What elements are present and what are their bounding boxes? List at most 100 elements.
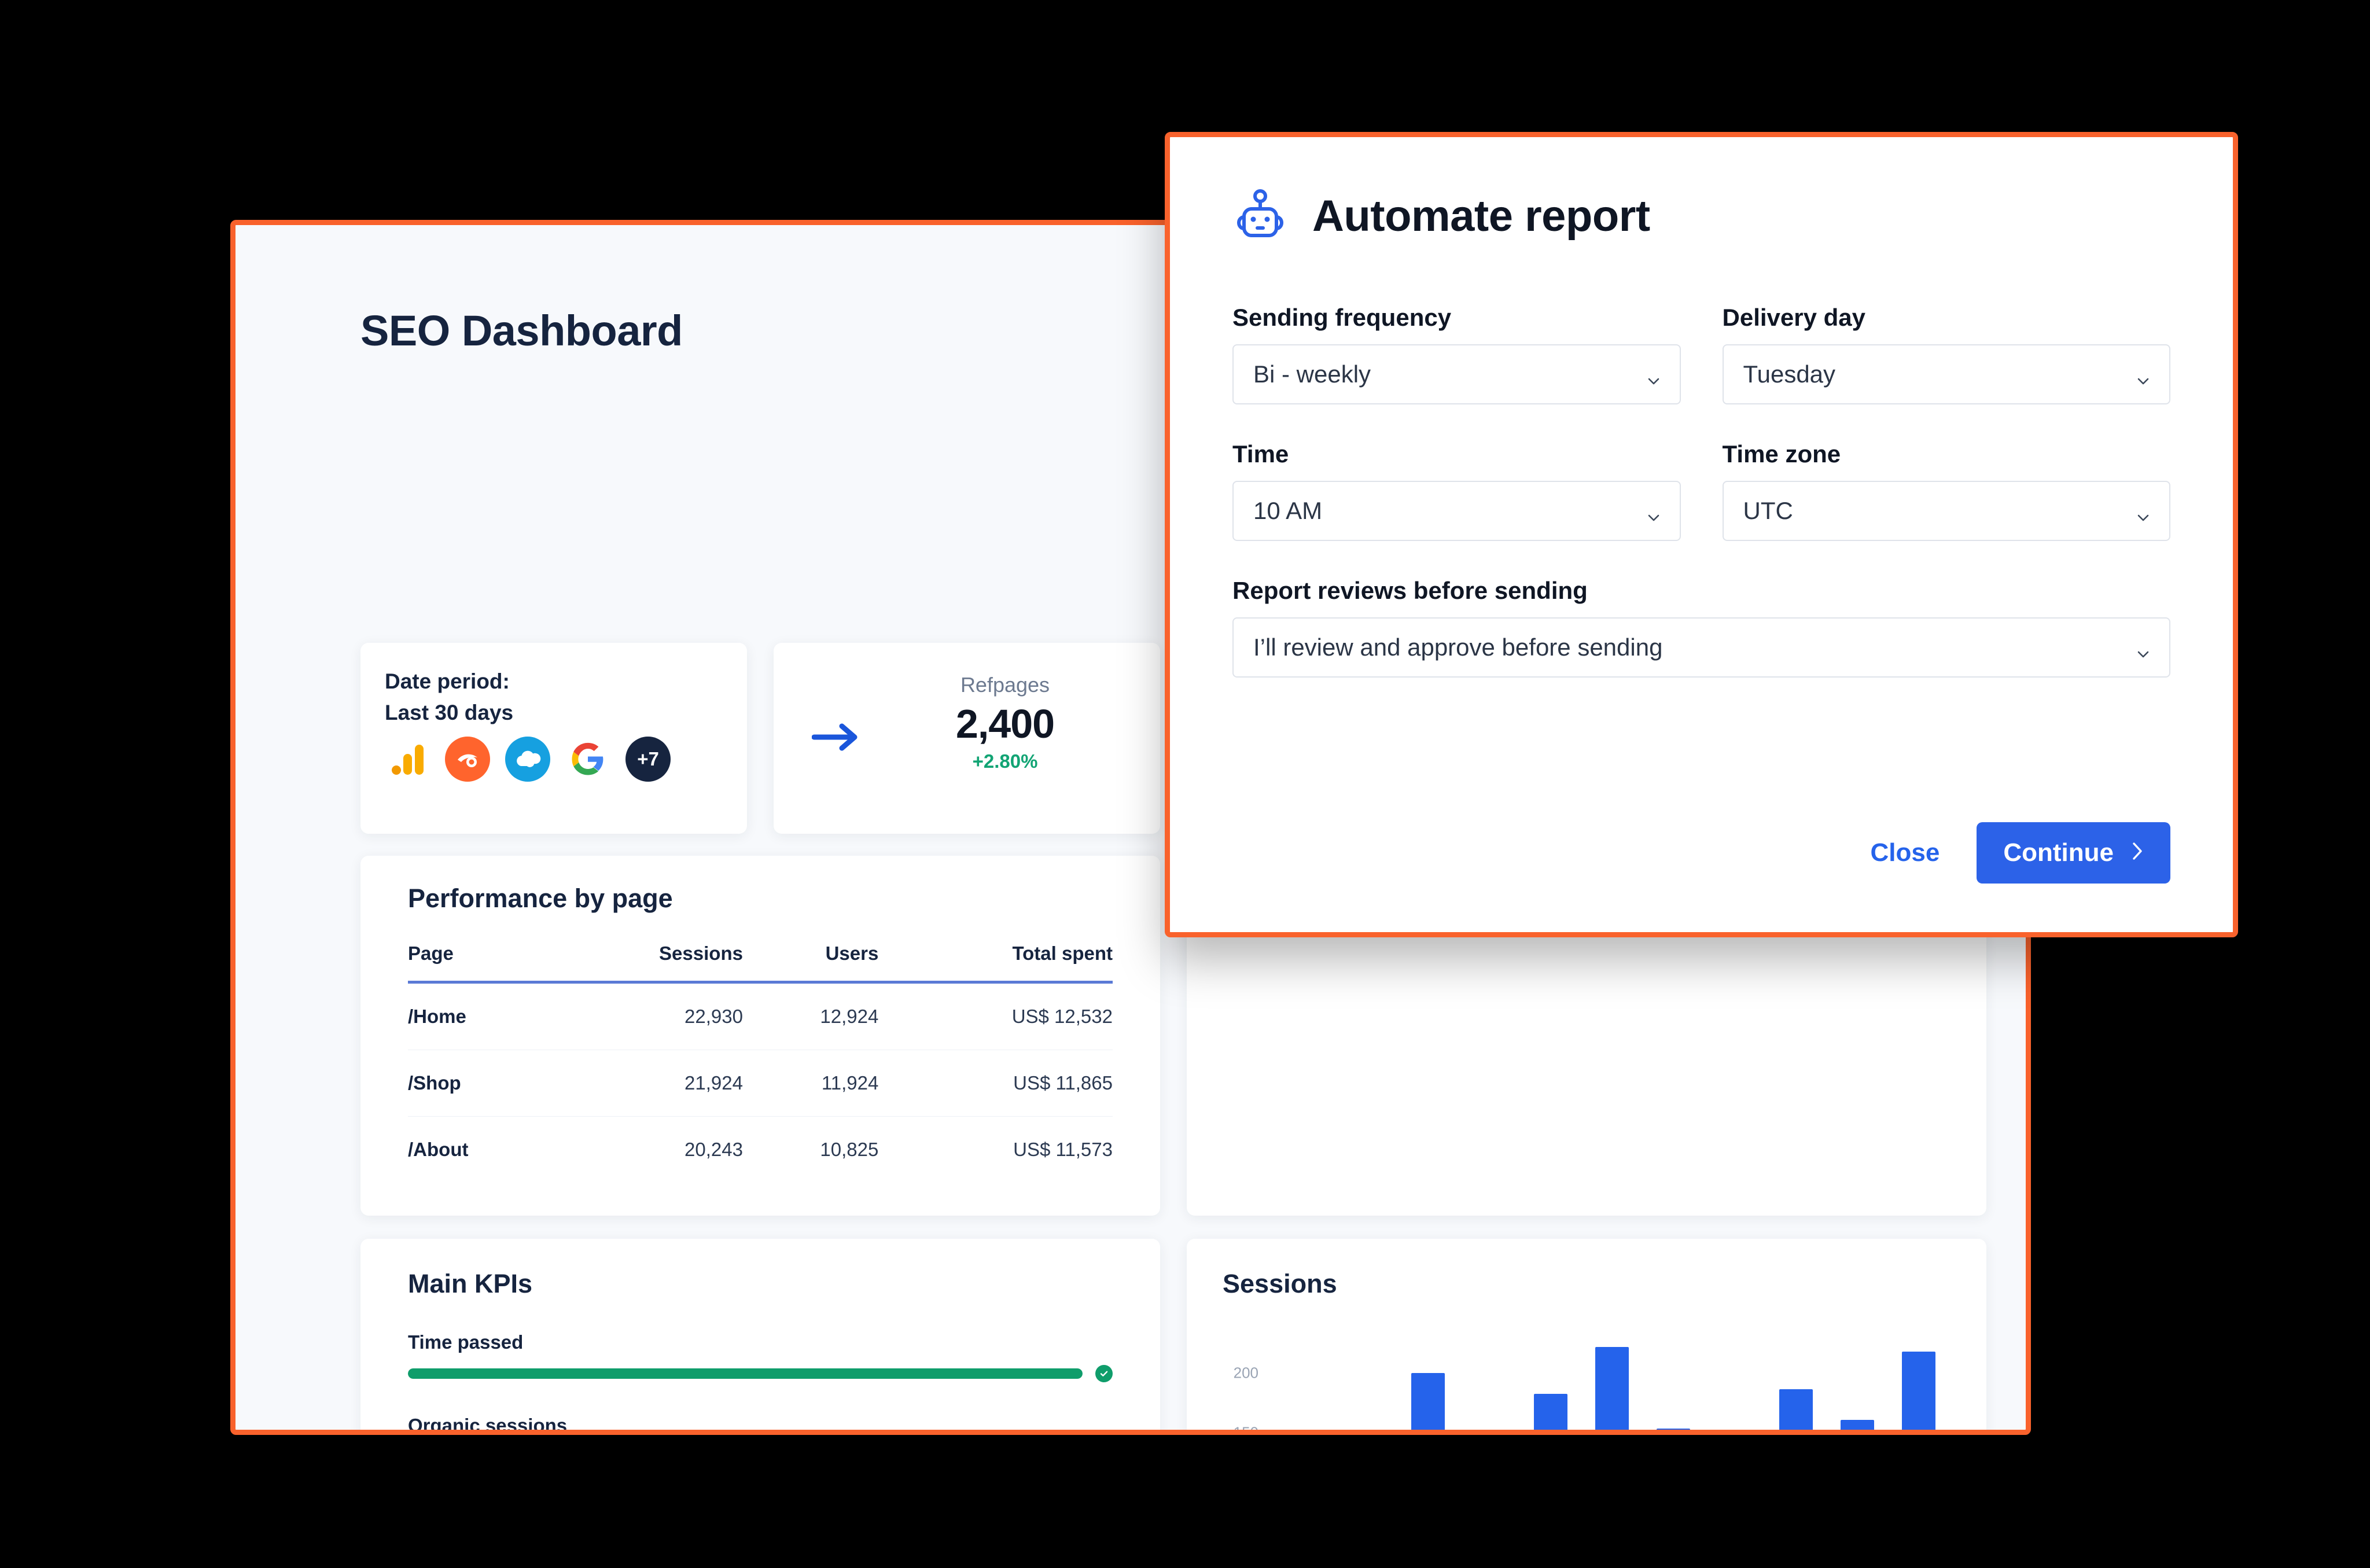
cell-page: /Shop [408, 1050, 549, 1117]
continue-button[interactable]: Continue [1977, 822, 2170, 884]
robot-icon [1232, 189, 1288, 243]
bar-column[interactable] [1336, 1331, 1397, 1435]
chart-bar[interactable] [1595, 1347, 1628, 1435]
bar-column[interactable] [1704, 1331, 1765, 1435]
kpi-row: Organic sessions [408, 1415, 1113, 1435]
cell-sessions: 20,243 [549, 1117, 743, 1183]
cell-sessions: 22,930 [549, 982, 743, 1050]
col-users[interactable]: Users [743, 943, 878, 982]
modal-title: Automate report [1312, 191, 1650, 241]
delivery-day-value: Tuesday [1743, 360, 1836, 388]
screenshot-stage: SEO Dashboard Date period: Last 30 days [0, 0, 2370, 1568]
report-reviews-select[interactable]: I’ll review and approve before sending [1232, 617, 2170, 678]
refpages-metric-card[interactable]: Refpages 2,400 +2.80% [774, 643, 1160, 834]
chevron-down-icon [2136, 640, 2151, 655]
form-row-2: Time 10 AM Time zone UTC [1232, 440, 2170, 541]
bar-column[interactable] [1888, 1331, 1949, 1435]
chevron-down-icon [1646, 503, 1661, 518]
chevron-down-icon [2136, 503, 2151, 518]
chart-bar[interactable] [1841, 1420, 1874, 1435]
sending-frequency-value: Bi - weekly [1253, 360, 1371, 388]
bar-column[interactable] [1397, 1331, 1459, 1435]
cell-total-spent: US$ 11,865 [878, 1050, 1113, 1117]
performance-by-page-card: Performance by page Page Sessions Users … [360, 856, 1160, 1216]
bar-column[interactable] [1520, 1331, 1581, 1435]
kpi-complete-check-icon [1095, 1365, 1113, 1382]
cell-page: /About [408, 1117, 549, 1183]
date-period-card[interactable]: Date period: Last 30 days [360, 643, 747, 834]
field-report-reviews: Report reviews before sending I’ll revie… [1232, 577, 2170, 678]
modal-header: Automate report [1232, 189, 1650, 243]
chart-bar[interactable] [1779, 1389, 1812, 1435]
cell-users: 10,825 [743, 1117, 878, 1183]
field-delivery-day: Delivery day Tuesday [1723, 304, 2171, 404]
time-value: 10 AM [1253, 497, 1322, 525]
chart-bar[interactable] [1657, 1429, 1690, 1435]
table-row[interactable]: /Home 22,930 12,924 US$ 12,532 [408, 982, 1113, 1050]
field-time: Time 10 AM [1232, 440, 1681, 541]
page-title: SEO Dashboard [360, 306, 683, 355]
google-analytics-icon[interactable] [385, 737, 430, 782]
y-axis: 50100150200 [1221, 1331, 1263, 1435]
time-select[interactable]: 10 AM [1232, 481, 1681, 541]
y-axis-tick: 200 [1234, 1364, 1258, 1382]
sessions-card-title: Sessions [1223, 1269, 1337, 1299]
cell-users: 11,924 [743, 1050, 878, 1117]
cell-page: /Home [408, 982, 549, 1050]
bar-column[interactable] [1827, 1331, 1888, 1435]
form-row-3: Report reviews before sending I’ll revie… [1232, 577, 2170, 678]
chevron-right-icon [2131, 838, 2144, 867]
col-sessions[interactable]: Sessions [549, 943, 743, 982]
close-button[interactable]: Close [1860, 833, 1951, 873]
arrow-right-icon [812, 719, 862, 758]
bar-column[interactable] [1581, 1331, 1643, 1435]
main-kpis-card: Main KPIs Time passedOrganic sessionsPai… [360, 1239, 1160, 1435]
sessions-bar-chart: 50100150200 1234567891011 [1221, 1331, 1952, 1435]
bar-column[interactable] [1643, 1331, 1704, 1435]
kpi-progress-track [408, 1368, 1083, 1379]
chart-plot-area [1275, 1331, 1949, 1435]
delivery-day-label: Delivery day [1723, 304, 2171, 332]
time-zone-select[interactable]: UTC [1723, 481, 2171, 541]
table-row[interactable]: /Shop 21,924 11,924 US$ 11,865 [408, 1050, 1113, 1117]
kpi-label: Organic sessions [408, 1415, 1113, 1435]
col-page[interactable]: Page [408, 943, 549, 982]
chart-bar[interactable] [1534, 1394, 1567, 1435]
chart-bar[interactable] [1902, 1352, 1935, 1435]
chevron-down-icon [1646, 367, 1661, 382]
performance-table: Page Sessions Users Total spent /Home 22… [408, 943, 1113, 1183]
refpages-delta: +2.80% [889, 750, 1121, 772]
continue-button-label: Continue [2003, 838, 2114, 867]
automate-report-modal: Automate report Sending frequency Bi - w… [1165, 132, 2238, 937]
time-label: Time [1232, 440, 1681, 468]
kpi-label: Time passed [408, 1331, 1113, 1353]
chart-bar[interactable] [1411, 1373, 1444, 1435]
automate-report-form: Sending frequency Bi - weekly Delivery d… [1232, 304, 2170, 713]
google-icon[interactable] [565, 737, 610, 782]
date-period-label: Date period: Last 30 days [385, 666, 513, 728]
sessions-chart-card: Sessions 50100150200 1234567891011 [1187, 1239, 1986, 1435]
sending-frequency-select[interactable]: Bi - weekly [1232, 344, 1681, 404]
kpi-bar-wrap [408, 1365, 1113, 1382]
refpages-value: 2,400 [889, 701, 1121, 747]
semrush-icon[interactable] [445, 737, 490, 782]
col-total-spent[interactable]: Total spent [878, 943, 1113, 982]
bar-column[interactable] [1275, 1331, 1336, 1435]
kpi-row: Time passed [408, 1331, 1113, 1382]
delivery-day-select[interactable]: Tuesday [1723, 344, 2171, 404]
y-axis-tick: 150 [1234, 1423, 1258, 1435]
cell-sessions: 21,924 [549, 1050, 743, 1117]
more-integrations-badge[interactable]: +7 [625, 737, 671, 782]
date-period-label-line1: Date period: [385, 666, 513, 697]
cell-users: 12,924 [743, 982, 878, 1050]
report-reviews-value: I’ll review and approve before sending [1253, 634, 1662, 661]
bar-column[interactable] [1765, 1331, 1827, 1435]
chevron-down-icon [2136, 367, 2151, 382]
modal-actions: Close Continue [1860, 822, 2170, 884]
salesforce-icon[interactable] [505, 737, 550, 782]
cell-total-spent: US$ 12,532 [878, 982, 1113, 1050]
time-zone-label: Time zone [1723, 440, 2171, 468]
bar-column[interactable] [1459, 1331, 1520, 1435]
performance-card-title: Performance by page [408, 884, 673, 914]
table-row[interactable]: /About 20,243 10,825 US$ 11,573 [408, 1117, 1113, 1183]
